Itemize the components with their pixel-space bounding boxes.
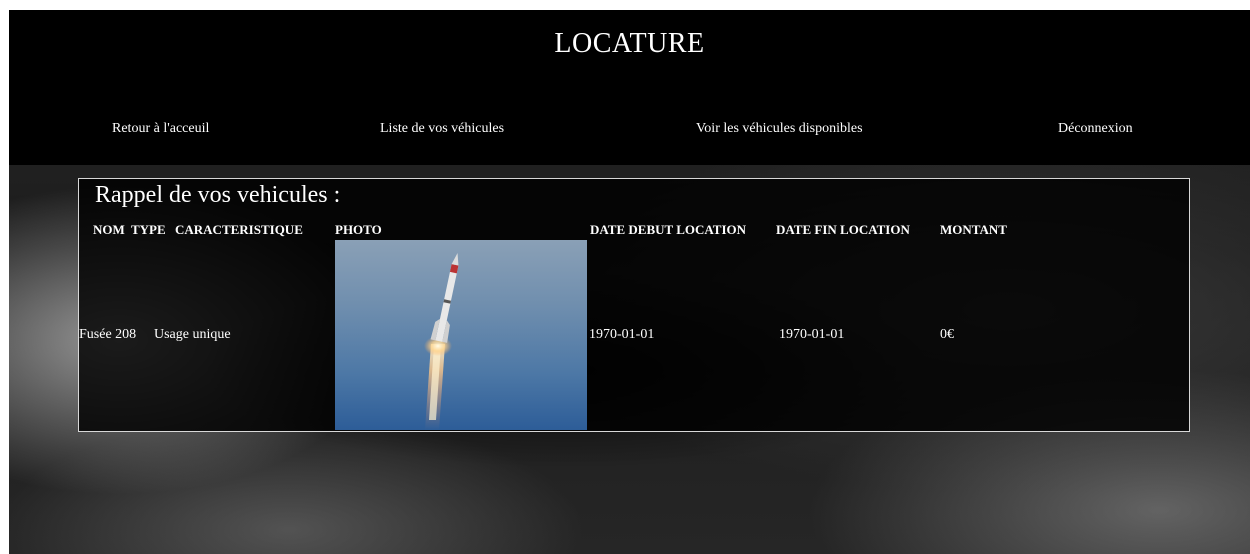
rocket-icon — [424, 253, 459, 430]
column-header-photo: PHOTO — [335, 222, 382, 237]
column-header-date-debut: DATE DEBUT LOCATION — [590, 222, 747, 237]
cell-montant: 0€ — [940, 327, 954, 342]
column-header-date-fin: DATE FIN LOCATION — [776, 222, 910, 237]
nav-available-vehicles-link[interactable]: Voir les véhicules disponibles — [696, 121, 863, 137]
cell-nom: Fusée 208 — [79, 327, 137, 342]
vehicles-panel: Rappel de vos vehicules : NOM TYPE CARAC… — [78, 178, 1190, 432]
column-header-montant: MONTANT — [940, 222, 1007, 237]
column-header-nom: NOM — [93, 222, 125, 237]
panel-title: Rappel de vos vehicules : — [95, 182, 341, 208]
nav-home-link[interactable]: Retour à l'acceuil — [112, 121, 209, 137]
rocket-launch-photo — [335, 240, 587, 430]
main-nav: Retour à l'acceuil Liste de vos véhicule… — [9, 121, 1250, 141]
cell-date-fin: 1970-01-01 — [779, 327, 845, 342]
cell-type: Usage unique — [154, 327, 231, 342]
brand-title: LOCATURE — [554, 28, 705, 59]
cell-date-debut: 1970-01-01 — [589, 327, 655, 342]
page: LOCATURE Retour à l'acceuil Liste de vos… — [9, 10, 1250, 554]
nav-logout-link[interactable]: Déconnexion — [1058, 121, 1133, 137]
column-header-type: TYPE — [131, 222, 166, 237]
column-header-caracteristique: CARACTERISTIQUE — [175, 222, 303, 237]
site-header: LOCATURE Retour à l'acceuil Liste de vos… — [9, 10, 1250, 165]
nav-my-vehicles-link[interactable]: Liste de vos véhicules — [380, 121, 504, 137]
